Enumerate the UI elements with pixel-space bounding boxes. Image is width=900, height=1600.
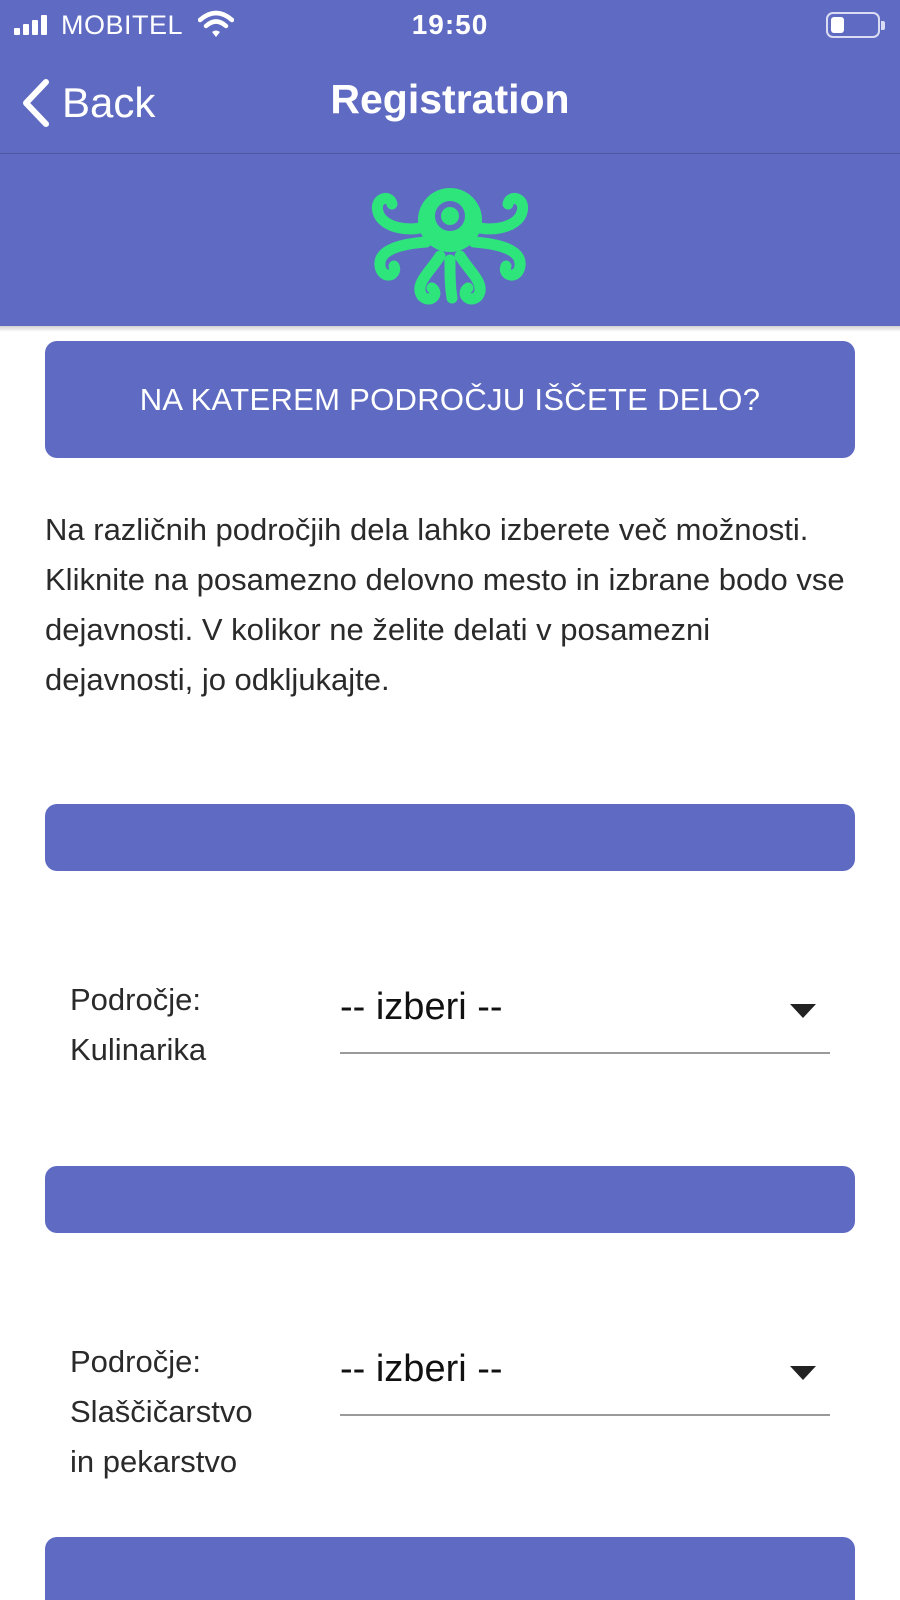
select-kulinarika[interactable]: -- izberi -- xyxy=(340,978,830,1054)
section-divider-bar xyxy=(45,1166,855,1233)
dropdown-arrow-icon xyxy=(790,1004,816,1018)
instructions-text: Na različnih področjih dela lahko izbere… xyxy=(45,512,845,697)
battery-icon xyxy=(826,12,885,38)
field-label-line: Področje: xyxy=(70,982,201,1017)
field-label-kulinarika: Področje: Kulinarika xyxy=(70,975,300,1075)
status-time: 19:50 xyxy=(411,9,489,40)
select-value: -- izberi -- xyxy=(340,986,503,1028)
select-value: -- izberi -- xyxy=(340,1348,503,1390)
navigation-bar: Back Registration xyxy=(0,50,900,154)
status-bar: MOBITEL 19:50 xyxy=(0,0,900,50)
header-shadow xyxy=(0,326,900,332)
field-label-line: Področje: xyxy=(70,1344,201,1379)
field-label-line: Kulinarika xyxy=(70,1032,207,1067)
question-banner: NA KATEREM PODROČJU IŠČETE DELO? xyxy=(45,341,855,458)
dropdown-arrow-icon xyxy=(790,1366,816,1380)
field-label-line: in pekarstvo xyxy=(70,1444,238,1479)
question-banner-text: NA KATEREM PODROČJU IŠČETE DELO? xyxy=(139,381,761,417)
app-header: MOBITEL 19:50 Back Registration xyxy=(0,0,900,326)
field-label-line: Slaščičarstvo xyxy=(70,1394,253,1429)
page-title: Registration xyxy=(330,76,570,122)
field-label-slascicarstvo: Področje: Slaščičarstvo in pekarstvo xyxy=(70,1337,300,1487)
section-divider-bar xyxy=(45,1537,855,1600)
octopus-logo-icon xyxy=(371,188,529,305)
select-slascicarstvo[interactable]: -- izberi -- xyxy=(340,1340,830,1416)
section-divider-bar xyxy=(45,804,855,871)
